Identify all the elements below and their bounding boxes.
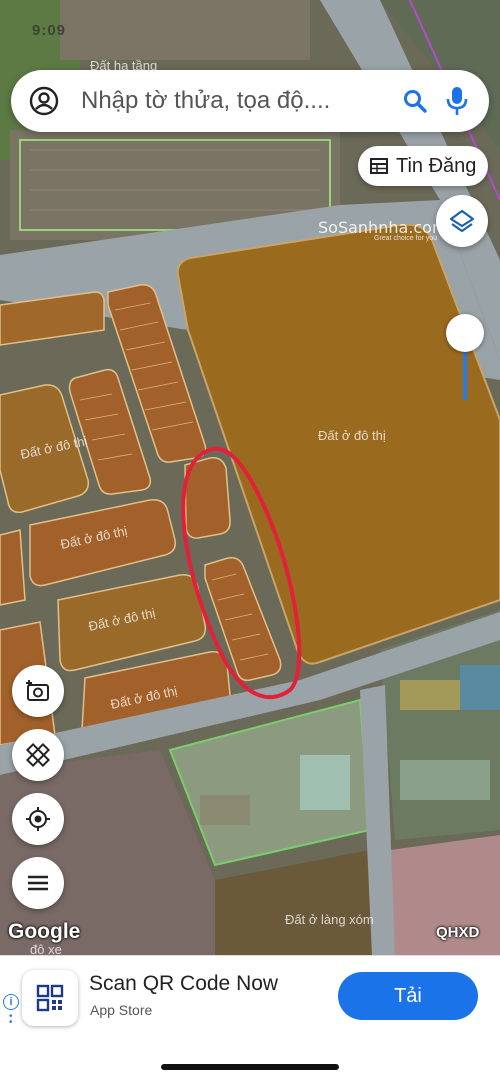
add-photo-button[interactable] bbox=[12, 665, 64, 717]
my-location-button[interactable] bbox=[12, 793, 64, 845]
ad-options-icon[interactable]: • • bbox=[9, 1012, 13, 1028]
menu-button[interactable] bbox=[12, 857, 64, 909]
search-bar bbox=[11, 70, 489, 132]
ad-info-icon[interactable]: i bbox=[3, 994, 19, 1010]
table-icon bbox=[370, 158, 388, 174]
mic-icon[interactable] bbox=[441, 85, 473, 117]
measure-button[interactable] bbox=[12, 729, 64, 781]
menu-icon bbox=[28, 875, 48, 891]
ad-title: Scan QR Code Now bbox=[89, 972, 279, 995]
google-attribution: Google bbox=[8, 920, 81, 943]
search-input[interactable] bbox=[81, 87, 389, 115]
add-photo-icon bbox=[26, 680, 49, 701]
my-location-icon bbox=[26, 807, 50, 831]
account-circle-icon[interactable] bbox=[29, 86, 59, 116]
ad-banner[interactable]: i • • Scan QR Code Now App Store Tải bbox=[0, 955, 500, 1040]
qr-code-icon bbox=[22, 970, 78, 1026]
search-icon[interactable] bbox=[399, 85, 431, 117]
watermark: SoSanhnha.com Great choice for you bbox=[318, 218, 448, 242]
ad-subtitle: App Store bbox=[90, 1002, 153, 1018]
opacity-slider-knob[interactable] bbox=[446, 314, 484, 352]
layer-code: QHXD bbox=[436, 924, 480, 941]
satellite-map bbox=[0, 0, 500, 955]
map-view[interactable]: 9:09 Đất hạ tầng Đất ở đô thị Đất ở đô t… bbox=[0, 0, 500, 955]
layers-icon bbox=[449, 209, 475, 233]
listing-label: Tin Đăng bbox=[396, 154, 477, 177]
watermark-tagline: Great choice for you bbox=[374, 235, 438, 242]
status-time: 9:09 bbox=[32, 22, 67, 39]
home-indicator[interactable] bbox=[161, 1064, 339, 1070]
ruler-icon bbox=[25, 742, 51, 768]
label-big-parcel: Đất ở đô thị bbox=[318, 428, 386, 443]
listing-button[interactable]: Tin Đăng bbox=[358, 146, 489, 186]
label-bottom-right: Đất ở làng xóm bbox=[285, 912, 374, 927]
layers-button[interactable] bbox=[436, 195, 488, 247]
ad-install-button[interactable]: Tải bbox=[338, 972, 478, 1020]
